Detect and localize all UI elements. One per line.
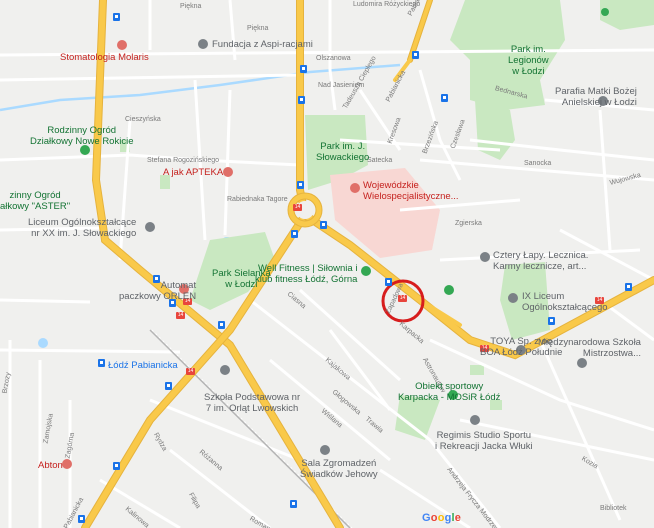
street-label: Bibliotek [600, 505, 627, 512]
pin-abton [62, 459, 72, 469]
bus-stop-icon[interactable] [412, 51, 419, 59]
bus-stop-icon[interactable] [291, 230, 298, 238]
poi-label-rodzinny-nowe[interactable]: Rodzinny Ogród Działkowy Nowe Rokicie [30, 125, 133, 147]
street-label: Satecka [367, 157, 393, 164]
poi-label-parafia[interactable]: Parafia Matki Bożej Anielskiej w Łodzi [555, 86, 637, 108]
bus-stop-icon[interactable] [320, 221, 327, 229]
bus-stop-icon[interactable] [297, 181, 304, 189]
bus-stop-icon[interactable] [218, 321, 225, 329]
poi-label-rodzinny-aster[interactable]: zinny Ogród ałkowy "ASTER" [0, 190, 70, 212]
street-label: Cieszyńska [125, 116, 161, 123]
pin-miedzy [577, 358, 587, 368]
poi-label-apteka[interactable]: A jak APTEKA [163, 167, 223, 178]
bus-stop-icon[interactable] [385, 278, 392, 286]
street-label: Sanocka [524, 160, 552, 167]
bus-stop-icon[interactable] [113, 13, 120, 21]
poi-label-cztery-lapy[interactable]: Cztery Łapy. Lecznica. Karmy lecznicze, … [493, 250, 588, 272]
bus-stop-icon[interactable] [290, 500, 297, 508]
street-label: Olszanowa [316, 55, 351, 62]
poi-label-park-sielanka[interactable]: Park Sielanka w Łodzi [212, 268, 271, 290]
park-small-4 [470, 365, 484, 375]
poi-label-liceum-xx[interactable]: Liceum Ogólnokształcące nr XX im. J. Sło… [28, 217, 136, 239]
street-label: Zgierska [455, 220, 482, 227]
map-canvas[interactable]: 14 14 14 14 14 14 14 Pabianicka Pabianic… [0, 0, 654, 528]
bus-stop-icon[interactable] [78, 515, 85, 523]
street-label: Rabiednaka Tagore [227, 196, 288, 203]
bus-stop-icon[interactable] [441, 94, 448, 102]
pin-pop-park [601, 8, 609, 16]
route-shield: 14 [186, 368, 195, 375]
bus-stop-icon[interactable] [165, 382, 172, 390]
pin-fundacja [198, 39, 208, 49]
route-shield: 14 [293, 204, 302, 211]
street-label: Stefana Rogozińskiego [147, 157, 219, 164]
google-logo: Google [422, 512, 461, 524]
poi-label-automat[interactable]: Automat paczkowy ORLEN [119, 280, 196, 302]
pin-regimis [470, 415, 480, 425]
google-logo-text: Google [422, 512, 462, 524]
street-label: Piękna [247, 25, 269, 32]
poi-label-lodz-pabianicka[interactable]: Łódź Pabianicka [108, 360, 178, 371]
street-label: Ludomira Różyckiego [353, 1, 421, 8]
poi-label-fundacja[interactable]: Fundacja z Aspi-racjami [212, 39, 313, 50]
poi-label-abton[interactable]: Abton [38, 460, 63, 471]
poi-label-szpital[interactable]: Wojewódzkie Wielospecjalistyczne... [363, 180, 459, 202]
bus-stop-icon[interactable] [113, 462, 120, 470]
pin-well [361, 266, 371, 276]
poi-label-liceum-ix[interactable]: IX Liceum Ogólnokształcącego [522, 291, 608, 313]
park-legionow-east [600, 0, 654, 30]
pin-cztery [480, 252, 490, 262]
poi-label-park-slowackiego[interactable]: Park im. J. Słowackiego [316, 141, 369, 163]
bus-stop-icon[interactable] [548, 317, 555, 325]
poi-label-obiekt-karpacka[interactable]: Obiekt sportowy Karpacka - MOSiR Łódź [398, 381, 500, 403]
bus-stop-icon[interactable] [298, 96, 305, 104]
poi-label-sala[interactable]: Sala Zgromadzeń Świadków Jehowy [300, 458, 378, 480]
poi-label-regimis[interactable]: Regimis Studio Sportu i Rekreacji Jacka … [435, 430, 533, 452]
bus-stop-icon[interactable] [300, 65, 307, 73]
route-shield: 14 [176, 312, 185, 319]
poi-label-miedzynarodowa[interactable]: Międzynarodowa Szkoła Mistrzostwa... [538, 337, 641, 359]
train-stop-icon[interactable] [98, 359, 105, 367]
pin-szkola [220, 365, 230, 375]
bus-stop-icon[interactable] [625, 283, 632, 291]
water-pond [38, 338, 48, 348]
street-label: Piękna [180, 3, 202, 10]
poi-label-szkola-podst[interactable]: Szkoła Podstawowa nr 7 im. Orląt Lwowski… [204, 392, 300, 414]
pin-liceum-xx [145, 222, 155, 232]
pin-szpital [350, 183, 360, 193]
pin-sala [320, 445, 330, 455]
pin-stomatologia [117, 40, 127, 50]
poi-label-stomatologia[interactable]: Stomatologia Molaris [60, 52, 149, 63]
poi-label-park-legionow[interactable]: Park im. Legionów w Łodzi [508, 44, 549, 77]
pin-generic [444, 285, 454, 295]
pin-apteka [223, 167, 233, 177]
pin-ix [508, 293, 518, 303]
